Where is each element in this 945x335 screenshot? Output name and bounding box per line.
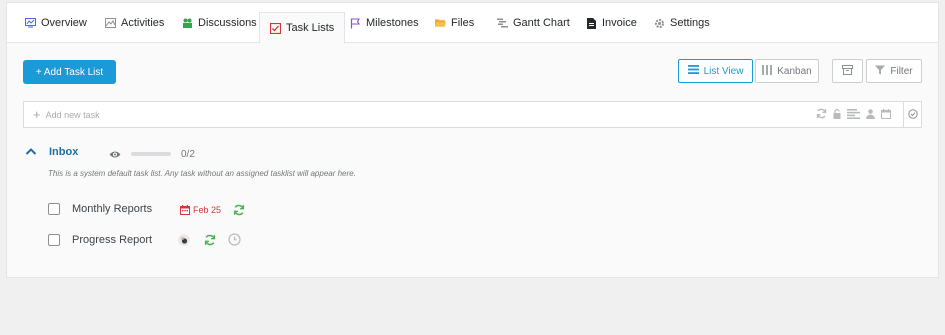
tab-label: Overview [41, 17, 87, 29]
calendar-icon[interactable] [881, 107, 891, 122]
progress-bar [131, 152, 171, 156]
kanban-icon [762, 64, 773, 78]
monitor-icon [25, 18, 36, 29]
align-icon[interactable] [847, 107, 860, 122]
check-circle-icon [907, 107, 918, 122]
tab-label: Task Lists [286, 22, 335, 34]
repeat-icon[interactable] [204, 234, 216, 246]
add-task-list-button[interactable]: + Add Task List [23, 60, 116, 84]
tab-label: Milestones [366, 17, 419, 29]
tab-activities[interactable]: Activities [105, 3, 164, 43]
new-task-input[interactable]: + Add new task [23, 101, 922, 128]
submit-task-button[interactable] [903, 102, 921, 127]
tab-label: Files [451, 17, 475, 29]
tab-invoice[interactable]: Invoice [586, 3, 637, 43]
tab-settings[interactable]: Settings [654, 3, 710, 43]
list-icon [687, 65, 699, 77]
filter-button[interactable]: Filter [866, 59, 922, 83]
document-icon [586, 17, 597, 29]
add-task-list-label: + Add Task List [35, 66, 104, 78]
tab-label: Gantt Chart [513, 17, 570, 29]
repeat-icon[interactable] [816, 107, 827, 122]
tasklist-title[interactable]: Inbox [49, 146, 78, 158]
kanban-label: Kanban [777, 65, 812, 77]
tasklist-header: Inbox [25, 146, 78, 158]
tab-label: Settings [670, 17, 710, 29]
task-title[interactable]: Progress Report [72, 234, 152, 246]
task-item: Monthly Reports [48, 201, 152, 217]
new-task-options [816, 102, 891, 127]
tab-label: Invoice [602, 17, 637, 29]
tab-files[interactable]: Files [435, 3, 474, 43]
list-view-label: List View [703, 65, 744, 77]
tasklist-description: This is a system default task list. Any … [48, 169, 356, 178]
tab-discussions[interactable]: Discussions [182, 3, 257, 43]
checkbox-icon [270, 22, 281, 34]
users-icon [182, 18, 193, 29]
tab-task-lists[interactable]: Task Lists [259, 12, 346, 44]
plus-icon: + [33, 107, 41, 122]
avatar[interactable] [178, 234, 190, 246]
archive-button[interactable] [832, 59, 863, 83]
archive-icon [842, 64, 853, 78]
task-checkbox[interactable] [48, 234, 60, 246]
progress-count: 0/2 [181, 149, 195, 160]
eye-icon[interactable] [109, 147, 121, 162]
calendar-icon [180, 205, 190, 215]
kanban-button[interactable]: Kanban [755, 59, 819, 83]
clock-icon[interactable] [228, 233, 241, 246]
list-view-button[interactable]: List View [678, 59, 753, 83]
tab-overview[interactable]: Overview [25, 3, 87, 43]
project-tabs: Overview Activities Discussions Task Lis… [7, 3, 938, 44]
new-task-placeholder: Add new task [45, 109, 100, 120]
flag-icon [350, 17, 361, 29]
repeat-icon[interactable] [233, 204, 245, 216]
filter-label: Filter [890, 65, 913, 77]
due-date[interactable]: Feb 25 [180, 205, 221, 215]
filter-icon [875, 65, 886, 78]
user-icon[interactable] [866, 107, 875, 122]
task-checkbox[interactable] [48, 203, 60, 215]
lock-icon[interactable] [833, 107, 841, 122]
folder-icon [435, 18, 446, 29]
tab-label: Activities [121, 17, 165, 29]
project-panel: Overview Activities Discussions Task Lis… [6, 2, 939, 278]
gantt-icon [497, 18, 508, 29]
tab-label: Discussions [198, 17, 257, 29]
chevron-up-icon[interactable] [25, 146, 37, 158]
task-title[interactable]: Monthly Reports [72, 203, 152, 215]
gear-icon [654, 18, 665, 29]
tab-milestones[interactable]: Milestones [350, 3, 419, 43]
task-item: Progress Report [48, 232, 152, 248]
image-icon [105, 18, 116, 29]
due-date-text: Feb 25 [193, 205, 222, 215]
tab-gantt-chart[interactable]: Gantt Chart [497, 3, 570, 43]
